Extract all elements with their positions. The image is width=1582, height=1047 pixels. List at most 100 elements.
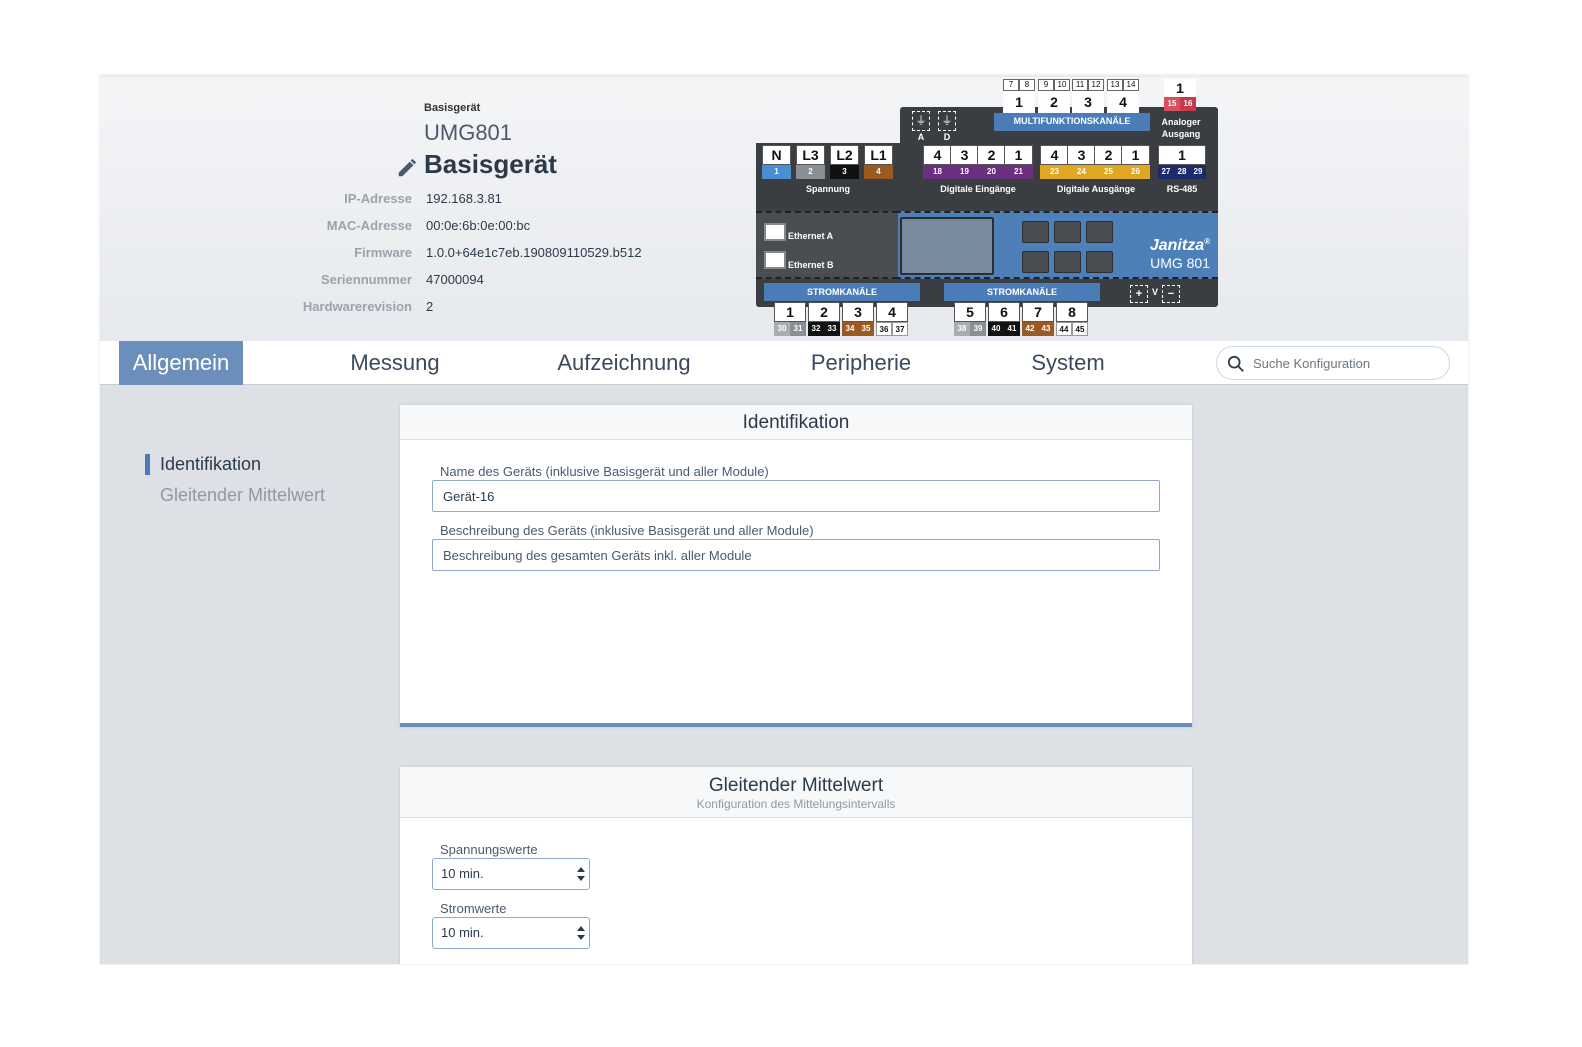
terminal-label: 2 [1094,145,1123,165]
current-terminal: 7 42 43 [1022,302,1054,338]
identification-panel: Identifikation Name des Geräts (inklusiv… [400,405,1192,727]
analog-terminal: 1 [1164,79,1196,97]
search-input[interactable] [1253,353,1439,373]
multi-terminal: 2 [1038,91,1070,113]
rs485-sub: 27 [1158,165,1174,179]
current-terminal: 1 30 31 [774,302,806,338]
terminal-sub: 23 [1040,165,1069,179]
rs485-sub: 29 [1190,165,1206,179]
terminal-label: 1 [774,302,806,322]
terminal-sub: 4 [864,165,893,179]
ethernet-a-label: Ethernet A [788,231,834,241]
digital-input-terminal: 1 21 [1004,145,1033,179]
analog-caption-1: Analoger [1161,117,1201,127]
tab-aufzeichnung[interactable]: Aufzeichnung [544,341,704,385]
brand-logo: Janitza® [1130,237,1210,255]
tab-allgemein[interactable]: Allgemein [119,341,243,385]
current-label-right: STROMKANÄLE [944,283,1100,301]
multi-small-terminal: 10 [1054,79,1070,91]
search-box[interactable] [1216,346,1450,380]
ethernet-b-label: Ethernet B [788,260,834,270]
minus-icon: − [1162,285,1180,303]
voltage-terminal-l1: L1 4 [864,145,893,179]
info-value: 192.168.3.81 [426,191,502,206]
device-button [1054,221,1081,243]
sidebar-item-identifikation[interactable]: Identifikation [145,454,261,475]
terminal-label: 4 [876,302,908,322]
multi-small-terminal: 9 [1038,79,1054,91]
terminal-label: 8 [1056,302,1088,322]
voltage-values-label: Spannungswerte [440,842,538,857]
select-value: 10 min. [441,925,484,940]
digital-output-terminal: 2 25 [1094,145,1123,179]
terminal-sub: 39 [970,322,986,336]
search-icon [1227,355,1244,372]
sidebar-item-gleitender-mittelwert[interactable]: Gleitender Mittelwert [145,485,325,506]
voltage-values-select[interactable]: 10 min. [432,858,590,890]
tab-messung[interactable]: Messung [330,341,460,385]
terminal-label: 2 [977,145,1006,165]
digital-input-terminal: 4 18 [923,145,952,179]
info-label: Firmware [354,245,412,260]
terminal-label: 3 [842,302,874,322]
terminal-label: 4 [923,145,952,165]
info-label: Seriennummer [320,272,412,287]
pencil-icon[interactable] [396,157,418,179]
terminal-sub: 32 [808,322,824,336]
terminal-sub: 44 [1056,322,1072,336]
tab-peripherie[interactable]: Peripherie [794,341,928,385]
terminal-label: 7 [1022,302,1054,322]
device-header: Basisgerät UMG801 Basisgerät IP-Adresse … [100,75,1468,341]
terminal-sub: 26 [1121,165,1150,179]
digital-input-terminal: 2 20 [977,145,1006,179]
terminal-sub: 40 [988,322,1004,336]
multi-terminal: 3 [1072,91,1104,113]
voltage-caption: Spannung [806,184,850,194]
brand-mark: ® [1204,237,1210,246]
tab-system[interactable]: System [1012,341,1124,385]
multi-small-terminal: 12 [1088,79,1104,91]
info-value: 47000094 [426,272,484,287]
digital-output-terminal: 3 24 [1067,145,1096,179]
terminal-label: 5 [954,302,986,322]
ethernet-port-icon [764,223,786,241]
select-arrows-icon [577,926,585,940]
terminal-sub: 21 [1004,165,1033,179]
ad-label: D [943,132,951,142]
device-description-input[interactable] [432,539,1160,571]
analog-caption-2: Ausgang [1161,129,1201,139]
voltage-terminal-n: N 1 [762,145,791,179]
current-values-select[interactable]: 10 min. [432,917,590,949]
info-label: MAC-Adresse [326,218,412,233]
terminal-sub: 2 [796,165,825,179]
digital-input-terminal: 3 19 [950,145,979,179]
multi-terminal: 4 [1107,91,1139,113]
analog-sub: 16 [1180,97,1196,111]
current-label-left: STROMKANÄLE [764,283,920,301]
info-value: 2 [426,299,434,314]
multi-small-terminal: 14 [1123,79,1139,91]
app-window: Basisgerät UMG801 Basisgerät IP-Adresse … [100,75,1468,964]
rs485-caption: RS-485 [1166,184,1198,194]
device-display [900,217,994,275]
terminal-sub: 43 [1038,322,1054,336]
panel-title: Gleitender Mittelwert [708,775,884,796]
terminal-label: L1 [864,145,893,165]
voltage-terminal-l3: L3 2 [796,145,825,179]
info-row-ip: IP-Adresse 192.168.3.81 [260,191,680,211]
device-button [1054,251,1081,273]
info-value: 00:0e:6b:0e:00:bc [426,218,531,233]
current-terminal: 5 38 39 [954,302,986,338]
terminal-sub: 35 [858,322,874,336]
digital-output-terminal: 4 23 [1040,145,1069,179]
info-label: Hardwarerevision [302,299,412,314]
ethernet-port-icon [764,251,786,269]
terminal-sub: 18 [923,165,952,179]
terminal-sub: 41 [1004,322,1020,336]
current-terminal: 4 36 37 [876,302,908,338]
terminal-label: 1 [1004,145,1033,165]
multi-small-terminal: 11 [1072,79,1088,91]
digital-output-terminal: 1 26 [1121,145,1150,179]
rs485-terminal: 1 [1158,145,1206,165]
device-name-input[interactable] [432,480,1160,512]
